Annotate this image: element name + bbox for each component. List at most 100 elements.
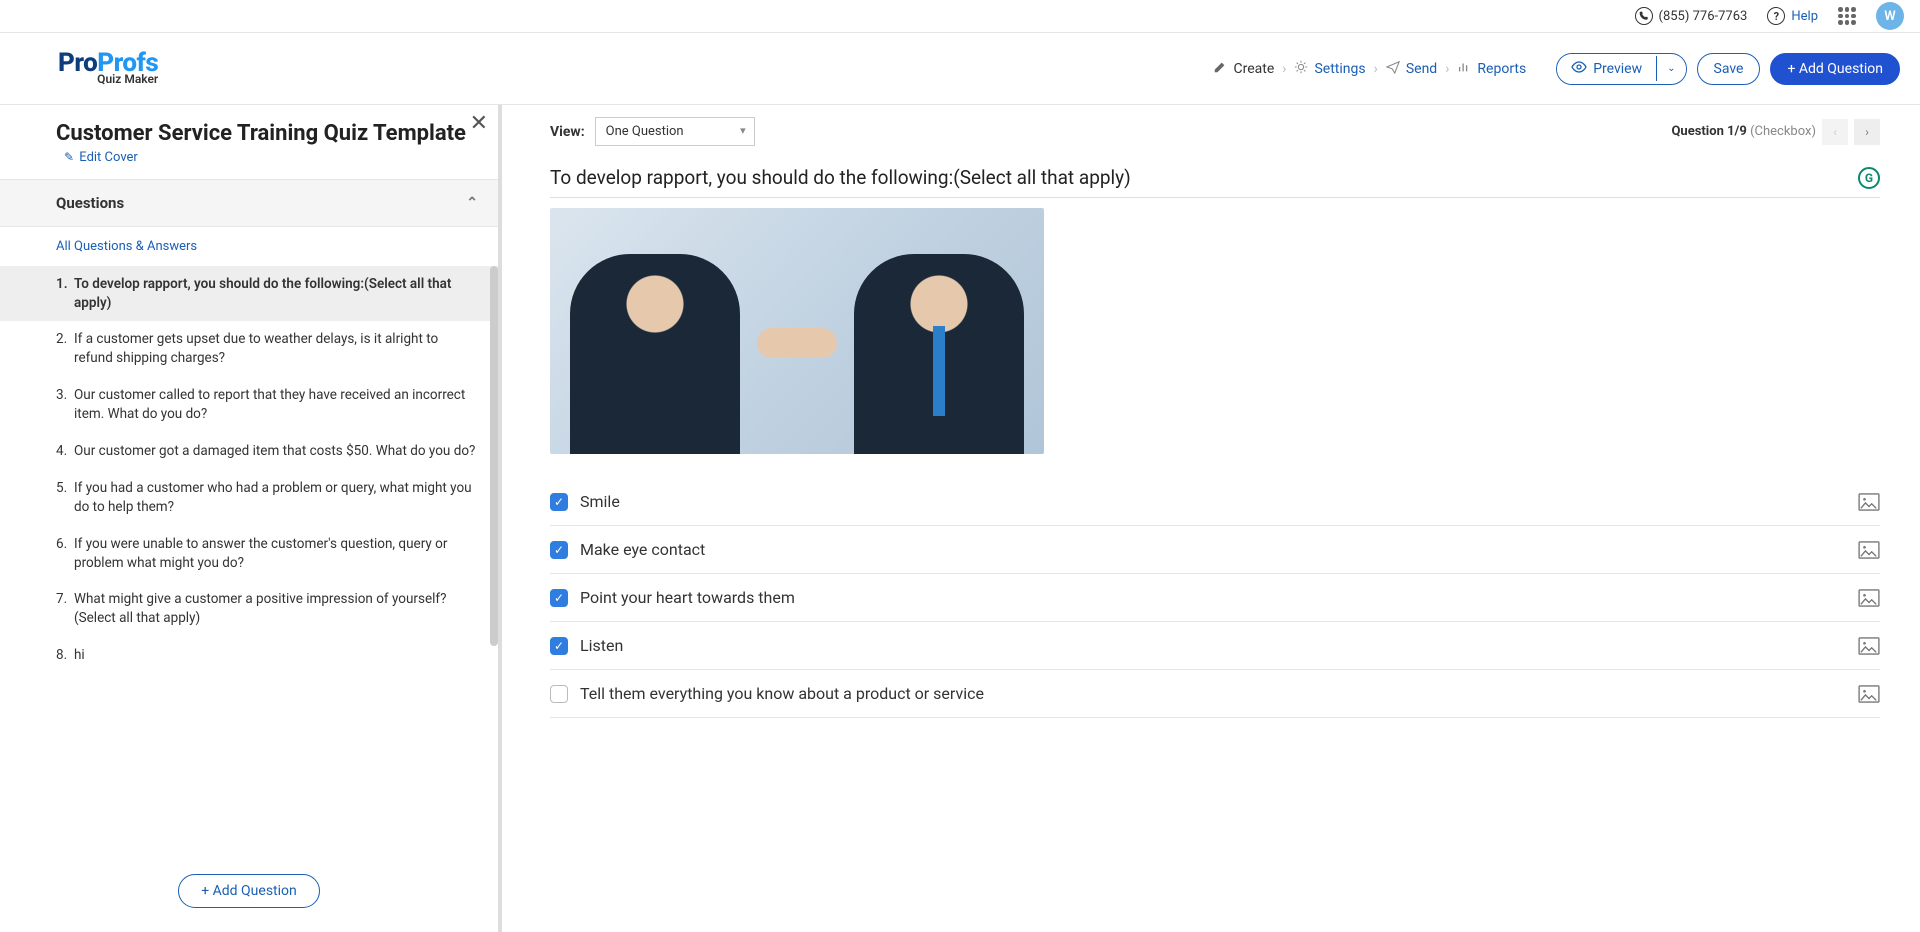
save-button[interactable]: Save [1697,53,1761,85]
question-text-preview: If you were unable to answer the custome… [74,535,478,573]
edit-cover-link[interactable]: ✎ Edit Cover [64,150,138,165]
add-image-icon[interactable] [1858,493,1880,511]
option-checkbox[interactable]: ✓ [550,493,568,511]
option-checkbox[interactable]: ✓ [550,541,568,559]
scrollbar[interactable] [490,266,498,646]
logo[interactable]: ProProfs Quiz Maker [58,52,158,84]
question-counter: Question 1/9 [1671,124,1746,139]
user-avatar[interactable]: W [1876,2,1904,30]
question-number: 8. [56,646,74,665]
question-number: 6. [56,535,74,573]
quiz-title-area: Customer Service Training Quiz Template … [0,105,498,179]
main-panel: View: One Question Question 1/9 (Checkbo… [502,105,1920,932]
edit-cover-label: Edit Cover [79,150,138,165]
question-list: 1.To develop rapport, you should do the … [0,266,498,850]
question-number: 5. [56,479,74,517]
option-row: ✓ Listen [550,622,1880,670]
question-image[interactable] [550,208,1044,454]
preview-dropdown[interactable]: ⌄ [1656,56,1685,81]
chevron-right-icon: › [1282,61,1286,77]
main-toolbar: View: One Question Question 1/9 (Checkbo… [550,117,1880,146]
question-number: 7. [56,590,74,628]
crumb-send[interactable]: Send [1406,61,1437,77]
question-number: 1. [56,275,74,313]
view-select[interactable]: One Question [595,117,755,146]
question-list-item[interactable]: 6.If you were unable to answer the custo… [0,526,498,582]
questions-header-label: Questions [56,194,124,212]
apps-grid-icon[interactable] [1838,7,1856,25]
prev-question-button[interactable]: ‹ [1822,119,1848,145]
chevron-down-icon: ⌄ [1667,63,1675,74]
phone-number: (855) 776-7763 [1659,9,1748,24]
next-question-button[interactable]: › [1854,119,1880,145]
main-header: ProProfs Quiz Maker Create › Settings › … [0,33,1920,105]
pencil-icon: ✎ [64,150,74,164]
quiz-title: Customer Service Training Quiz Template [56,121,466,146]
option-row: ✓ Smile [550,478,1880,526]
add-question-button[interactable]: + Add Question [1770,53,1900,85]
crumb-reports[interactable]: Reports [1477,61,1526,77]
close-sidebar-button[interactable]: ✕ [470,111,488,136]
gear-icon [1294,60,1308,78]
question-text-preview: If a customer gets upset due to weather … [74,330,478,368]
view-selector-group: View: One Question [550,117,755,146]
crumb-create[interactable]: Create [1233,61,1274,77]
question-list-item[interactable]: 2.If a customer gets upset due to weathe… [0,321,498,377]
question-text[interactable]: To develop rapport, you should do the fo… [550,166,1846,189]
body: ✕ Customer Service Training Quiz Templat… [0,105,1920,932]
option-text[interactable]: Listen [580,636,1846,655]
question-text-preview: What might give a customer a positive im… [74,590,478,628]
question-list-item[interactable]: 7.What might give a customer a positive … [0,581,498,637]
sidebar-add-question-button[interactable]: + Add Question [178,874,320,908]
option-checkbox[interactable] [550,685,568,703]
options-list: ✓ Smile ✓ Make eye contact ✓ Point your heart… [550,478,1880,718]
question-list-item[interactable]: 3.Our customer called to report that the… [0,377,498,433]
phone-icon [1635,7,1653,25]
option-text[interactable]: Smile [580,492,1846,511]
view-select-value: One Question [606,124,684,139]
send-icon [1386,60,1400,78]
breadcrumb: Create › Settings › Send › Reports [1213,60,1526,78]
option-text[interactable]: Make eye contact [580,540,1846,559]
question-list-item[interactable]: 5.If you had a customer who had a proble… [0,470,498,526]
sidebar-add-question-wrap: + Add Question [0,850,498,932]
all-questions-link[interactable]: All Questions & Answers [0,227,498,266]
chevron-right-icon: › [1865,125,1869,139]
sidebar: ✕ Customer Service Training Quiz Templat… [0,105,502,932]
crumb-settings[interactable]: Settings [1314,61,1365,77]
option-row: ✓ Make eye contact [550,526,1880,574]
question-text-preview: If you had a customer who had a problem … [74,479,478,517]
help-item[interactable]: ? Help [1767,7,1818,25]
option-row: ✓ Point your heart towards them [550,574,1880,622]
question-list-item[interactable]: 1.To develop rapport, you should do the … [0,266,498,322]
option-text[interactable]: Point your heart towards them [580,588,1846,607]
question-nav: Question 1/9 (Checkbox) ‹ › [1671,119,1880,145]
add-image-icon[interactable] [1858,541,1880,559]
add-image-icon[interactable] [1858,589,1880,607]
add-image-icon[interactable] [1858,637,1880,655]
view-label: View: [550,124,585,140]
help-icon: ? [1767,7,1785,25]
preview-button[interactable]: Preview [1557,54,1656,84]
question-text-preview: To develop rapport, you should do the fo… [74,275,478,313]
eye-icon [1571,61,1587,77]
question-text-row: To develop rapport, you should do the fo… [550,166,1880,198]
question-type: (Checkbox) [1750,124,1816,139]
questions-section-header[interactable]: Questions ⌃ [0,179,498,227]
grammarly-badge-icon[interactable]: G [1858,167,1880,189]
option-checkbox[interactable]: ✓ [550,637,568,655]
logo-sub: Quiz Maker [58,74,158,85]
question-text-preview: Our customer called to report that they … [74,386,478,424]
chevron-up-icon: ⌃ [466,195,478,211]
add-image-icon[interactable] [1858,685,1880,703]
preview-button-group: Preview ⌄ [1556,53,1686,85]
preview-label: Preview [1593,61,1642,77]
option-text[interactable]: Tell them everything you know about a pr… [580,684,1846,703]
question-list-item[interactable]: 8.hi [0,637,498,674]
option-checkbox[interactable]: ✓ [550,589,568,607]
chevron-left-icon: ‹ [1833,125,1837,139]
question-list-item[interactable]: 4.Our customer got a damaged item that c… [0,433,498,470]
question-number: 2. [56,330,74,368]
phone-item[interactable]: (855) 776-7763 [1635,7,1748,25]
header-actions: Create › Settings › Send › Reports Previ… [1213,53,1900,85]
